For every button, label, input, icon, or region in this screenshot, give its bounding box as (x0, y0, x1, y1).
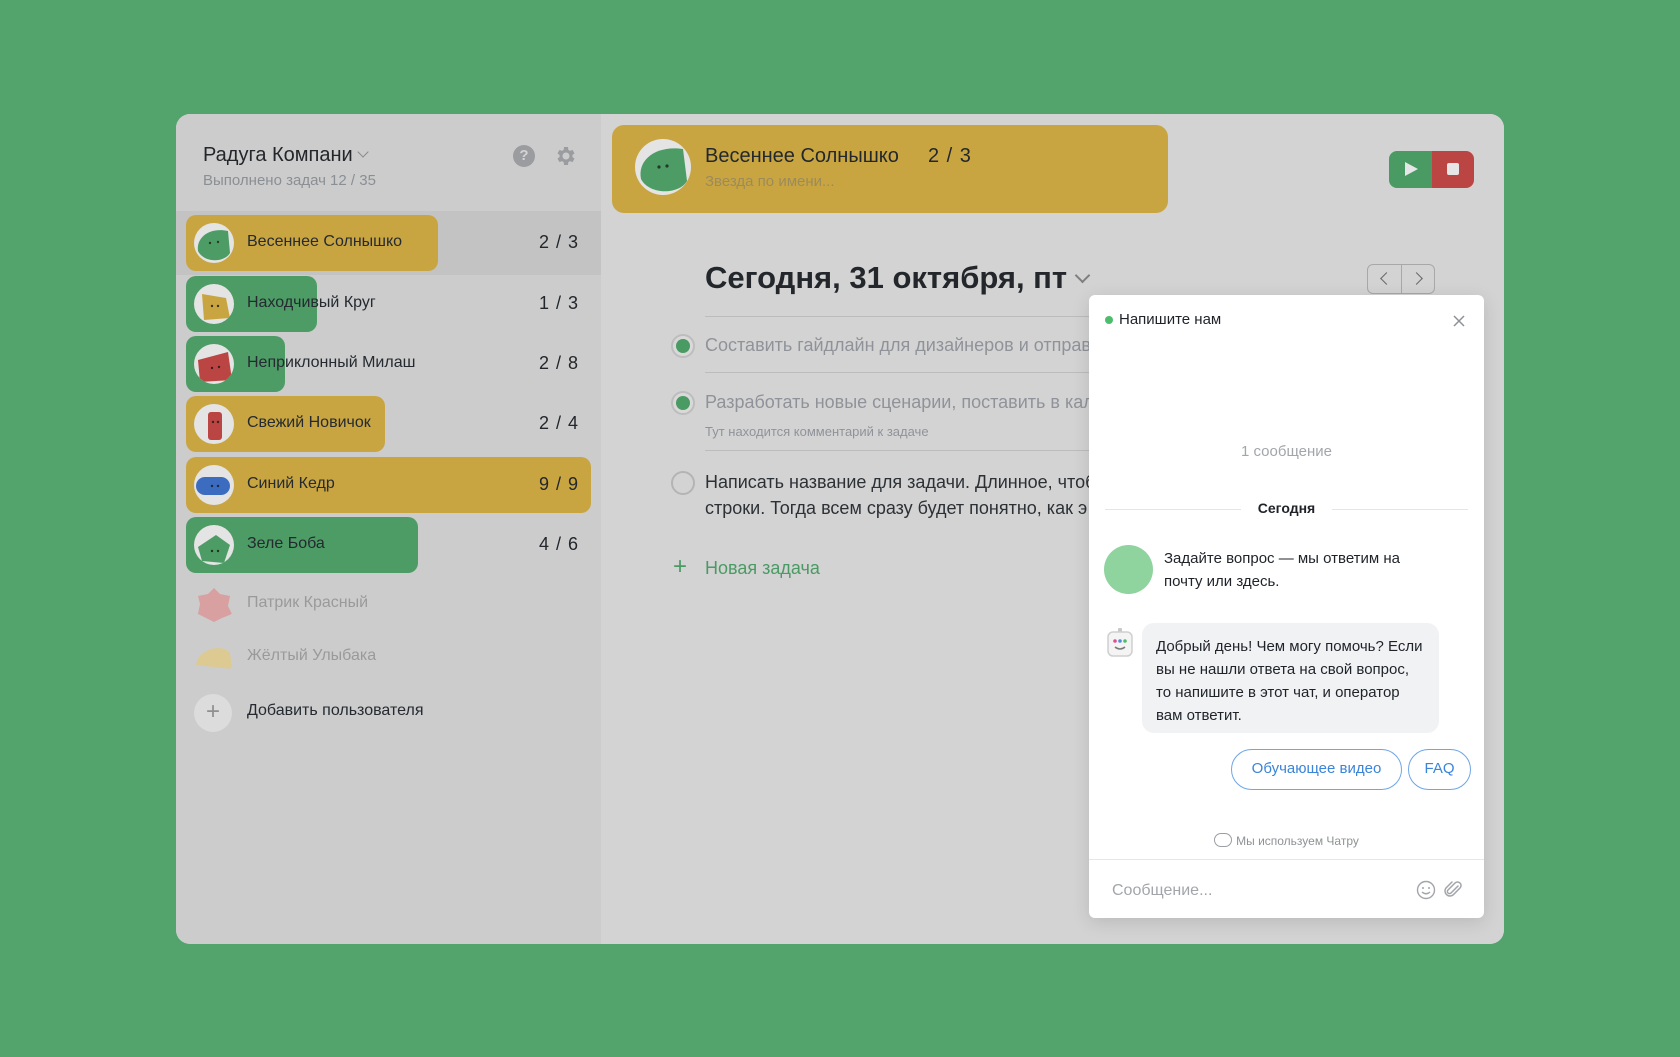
date-picker[interactable]: Сегодня, 31 октября, пт (705, 260, 1091, 296)
chat-bubble-icon (1214, 833, 1233, 847)
robot-icon (1107, 628, 1133, 657)
add-user-button[interactable]: + Добавить пользователя (186, 684, 591, 740)
user-item-6[interactable]: Зеле Боба 4 / 6 (186, 517, 591, 573)
task-header-card[interactable]: Весеннее Солнышко 2 / 3 Звезда по имени.… (612, 125, 1168, 213)
user-avatar (194, 223, 234, 263)
task-checkbox[interactable] (671, 334, 695, 358)
header-user-name: Весеннее Солнышко (705, 145, 899, 167)
task-item-3[interactable]: Написать название для задачи. Длинное, ч… (705, 469, 1095, 521)
chevron-left-icon[interactable] (1368, 265, 1401, 293)
company-switcher[interactable]: Радуга Компани (203, 144, 369, 167)
user-avatar (194, 344, 234, 384)
task-comment: Тут находится комментарий к задаче (705, 424, 929, 439)
divider (705, 316, 1105, 317)
faq-button[interactable]: FAQ (1408, 749, 1471, 790)
new-task-button[interactable]: Новая задача (705, 558, 820, 579)
user-avatar (194, 525, 234, 565)
chevron-down-icon (1074, 267, 1091, 284)
task-checkbox[interactable] (671, 391, 695, 415)
inactive-user-item-1[interactable]: Патрик Красный (186, 576, 591, 632)
user-avatar (194, 465, 234, 505)
header-subtitle: Звезда по имени... (705, 173, 835, 190)
sidebar: Радуга Компани Выполнено задач 12 / 35 ?… (176, 114, 601, 944)
chat-title: Напишите нам (1119, 311, 1222, 328)
user-item-1[interactable]: Весеннее Солнышко 2 / 3 (186, 215, 591, 271)
online-status-icon (1105, 316, 1113, 324)
divider (705, 372, 1105, 373)
inactive-user-item-2[interactable]: Жёлтый Улыбака (186, 629, 591, 685)
task-item-2[interactable]: Разработать новые сценарии, поставить в … (705, 392, 1094, 413)
play-button[interactable] (1389, 151, 1432, 188)
task-checkbox[interactable] (671, 471, 695, 495)
intro-message: Задайте вопрос — мы ответим на почту или… (1164, 550, 1401, 590)
header-task-count: 2 / 3 (928, 145, 972, 167)
message-input[interactable] (1112, 877, 1402, 905)
chevron-right-icon[interactable] (1402, 265, 1435, 293)
date-nav (1367, 264, 1435, 294)
user-avatar (194, 404, 234, 444)
bot-message: Добрый день! Чем могу помочь? Если вы не… (1142, 623, 1439, 733)
stop-button[interactable] (1432, 151, 1474, 188)
task-item-1[interactable]: Составить гайдлайн для дизайнеров и отпр… (705, 335, 1101, 356)
powered-by[interactable]: Мы используем Чатру (1089, 831, 1484, 848)
day-separator: Сегодня (1257, 500, 1316, 516)
user-item-4[interactable]: Свежий Новичок 2 / 4 (186, 396, 591, 452)
help-icon[interactable]: ? (513, 145, 535, 167)
operator-avatar (1104, 545, 1153, 594)
user-avatar (194, 637, 234, 677)
user-item-5[interactable]: Синий Кедр 9 / 9 (186, 457, 591, 513)
user-avatar (194, 584, 234, 624)
message-count: 1 сообщение (1241, 443, 1332, 460)
emoji-icon[interactable] (1416, 880, 1436, 900)
user-item-2[interactable]: Находчивый Круг 1 / 3 (186, 276, 591, 332)
chat-widget: Напишите нам 1 сообщение Сегодня Задайте… (1089, 295, 1484, 918)
gear-icon[interactable] (553, 144, 577, 168)
plus-icon: + (194, 694, 232, 732)
close-icon[interactable] (1451, 313, 1467, 329)
chevron-down-icon (357, 146, 369, 158)
user-avatar (635, 139, 691, 195)
tasks-done-counter: Выполнено задач 12 / 35 (203, 172, 376, 189)
tutorial-video-button[interactable]: Обучающее видео (1231, 749, 1402, 790)
paperclip-icon[interactable] (1443, 879, 1463, 901)
divider (705, 450, 1105, 451)
user-item-3[interactable]: Неприклонный Милаш 2 / 8 (186, 336, 591, 392)
user-avatar (194, 284, 234, 324)
plus-icon: + (673, 553, 688, 580)
